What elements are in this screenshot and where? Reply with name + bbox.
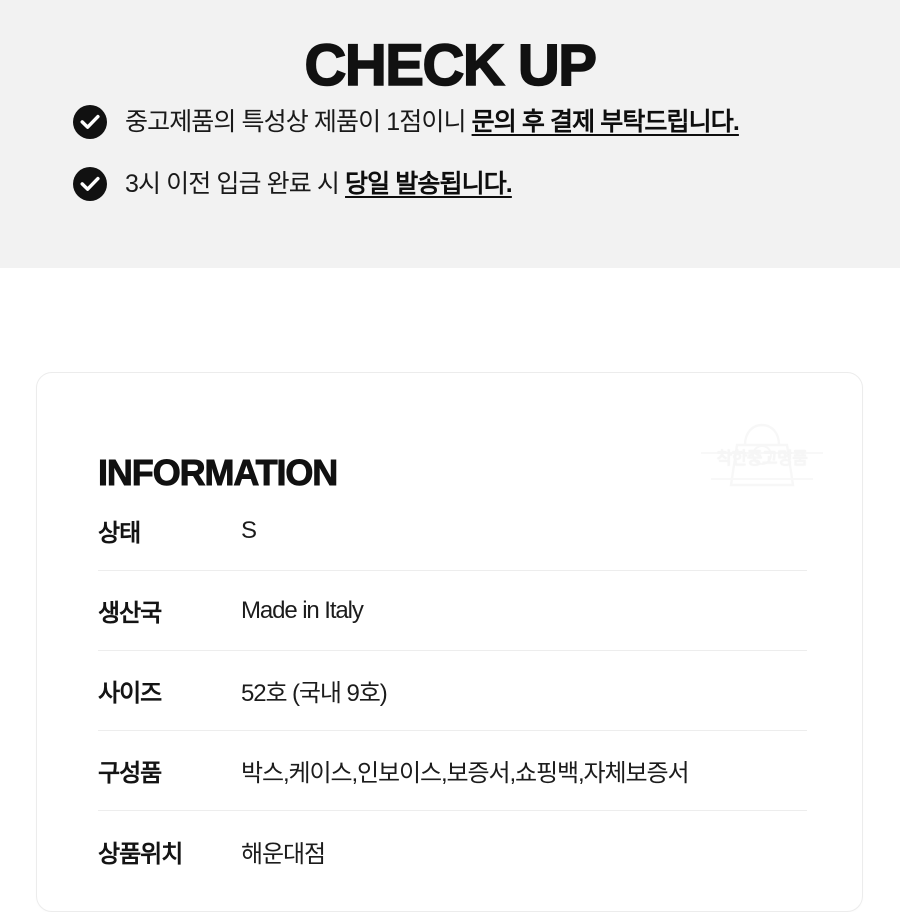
table-row: 사이즈 52호 (국내 9호) [98,651,807,731]
checkup-item-text: 중고제품의 특성상 제품이 1점이니 문의 후 결제 부탁드립니다. [125,103,873,141]
table-row-value: 52호 (국내 9호) [241,680,388,707]
product-detail-page: CHECK UP 중고제품의 특성상 제품이 1점이니 문의 후 결제 부탁드립… [0,0,900,912]
table-row-label: 상품위치 [98,840,183,868]
checkup-item-plain: 3시 이전 입금 완료 시 [125,170,346,198]
table-row: 생산국 Made in Italy [98,571,807,651]
table-row-value: 해운대점 [241,840,326,868]
checkup-section: CHECK UP 중고제품의 특성상 제품이 1점이니 문의 후 결제 부탁드립… [0,0,900,268]
checkup-item-emphasis: 당일 발송됩니다. [345,170,513,198]
table-row-value: Made in Italy [241,596,364,624]
brand-watermark: 착한중고명품 [697,411,827,489]
table-row-label: 생산국 [98,600,162,627]
table-row-value: 박스,케이스,인보이스,보증서,쇼핑백,자체보증서 [241,760,690,787]
checkup-item-plain: 중고제품의 특성상 제품이 1점이니 [125,108,472,136]
table-row-label: 사이즈 [98,680,162,707]
checkup-list: 중고제품의 특성상 제품이 1점이니 문의 후 결제 부탁드립니다. 3시 이전… [73,103,873,227]
checkup-item-text: 3시 이전 입금 완료 시 당일 발송됩니다. [125,165,873,203]
check-circle-icon [73,105,107,139]
information-card: INFORMATION 착한중고명품 상태 S 생산국 Made in Ital… [36,372,863,912]
table-row: 상태 S [98,491,807,571]
table-row-label: 상태 [98,520,141,547]
table-row: 상품위치 해운대점 [98,811,807,891]
table-row: 구성품 박스,케이스,인보이스,보증서,쇼핑백,자체보증서 [98,731,807,811]
table-row-label: 구성품 [98,760,162,787]
information-table: 상태 S 생산국 Made in Italy 사이즈 52호 (국내 9호) 구… [98,491,807,891]
list-item: 3시 이전 입금 완료 시 당일 발송됩니다. [73,165,873,203]
checkup-item-emphasis: 문의 후 결제 부탁드립니다. [471,108,740,136]
information-heading: INFORMATION [98,451,339,493]
check-circle-icon [73,167,107,201]
list-item: 중고제품의 특성상 제품이 1점이니 문의 후 결제 부탁드립니다. [73,103,873,141]
page-title: CHECK UP [304,32,598,99]
table-row-value: S [241,516,257,544]
brand-watermark-label: 착한중고명품 [716,449,808,468]
